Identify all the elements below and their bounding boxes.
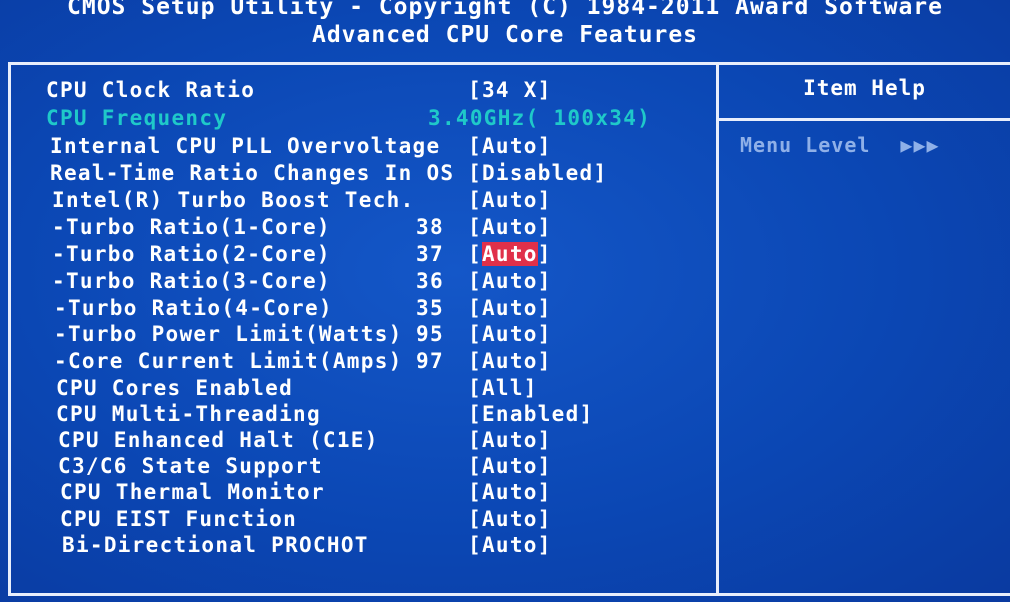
setting-turbo-ratio-2[interactable]: -Turbo Ratio(2-Core) 37 [Auto] <box>0 242 716 268</box>
setting-number: 38 <box>416 215 444 239</box>
setting-turbo-ratio-1[interactable]: -Turbo Ratio(1-Core) 38 [Auto] <box>0 215 716 241</box>
setting-internal-pll-overvoltage[interactable]: Internal CPU PLL Overvoltage [Auto] <box>0 134 716 160</box>
setting-turbo-power-limit[interactable]: -Turbo Power Limit(Watts) 95 [Auto] <box>0 322 716 348</box>
setting-label: -Core Current Limit(Amps) <box>54 349 403 373</box>
setting-cpu-frequency: CPU Frequency 3.40GHz( 100x34) <box>0 106 716 132</box>
item-help-title: Item Help <box>803 76 926 100</box>
setting-cpu-thermal-monitor[interactable]: CPU Thermal Monitor [Auto] <box>0 480 716 506</box>
setting-value[interactable]: [Auto] <box>468 215 552 239</box>
page-title: Advanced CPU Core Features <box>311 22 699 48</box>
setting-cpu-enhanced-halt[interactable]: CPU Enhanced Halt (C1E) [Auto] <box>0 428 716 454</box>
setting-cpu-clock-ratio[interactable]: CPU Clock Ratio [34 X] <box>0 78 716 104</box>
setting-value[interactable]: [Auto] <box>468 533 552 557</box>
setting-value[interactable]: [Enabled] <box>468 402 594 426</box>
setting-value[interactable]: [Auto] <box>468 322 552 346</box>
setting-core-current-limit[interactable]: -Core Current Limit(Amps) 97 [Auto] <box>0 349 716 375</box>
setting-value[interactable]: [Auto] <box>468 480 552 504</box>
setting-value[interactable]: [Auto] <box>468 296 552 320</box>
setting-value[interactable]: [Disabled] <box>468 161 607 185</box>
setting-label: Bi-Directional PROCHOT <box>62 533 369 557</box>
help-separator <box>719 118 1010 121</box>
setting-number: 37 <box>416 242 444 266</box>
setting-label: -Turbo Ratio(4-Core) <box>54 296 333 320</box>
selection-highlight: Auto <box>481 242 538 266</box>
setting-cpu-multi-threading[interactable]: CPU Multi-Threading [Enabled] <box>0 402 716 428</box>
setting-bidirectional-prochot[interactable]: Bi-Directional PROCHOT [Auto] <box>0 533 716 559</box>
setting-label: -Turbo Ratio(1-Core) <box>52 215 331 239</box>
setting-number: 35 <box>416 296 444 320</box>
setting-value[interactable]: [Auto] <box>468 454 552 478</box>
setting-value[interactable]: [Auto] <box>468 507 552 531</box>
setting-label: CPU Cores Enabled <box>56 376 294 400</box>
setting-label: Intel(R) Turbo Boost Tech. <box>52 188 415 212</box>
setting-c3c6-state[interactable]: C3/C6 State Support [Auto] <box>0 454 716 480</box>
setting-value[interactable]: [Auto] <box>468 349 552 373</box>
setting-number: 97 <box>416 349 444 373</box>
setting-label: CPU Clock Ratio <box>46 78 256 102</box>
setting-label: -Turbo Ratio(3-Core) <box>52 269 331 293</box>
bios-header: CMOS Setup Utility - Copyright (C) 1984-… <box>0 0 1010 58</box>
setting-label: CPU EIST Function <box>60 507 298 531</box>
setting-label: -Turbo Ratio(2-Core) <box>52 242 331 266</box>
setting-turbo-ratio-4[interactable]: -Turbo Ratio(4-Core) 35 [Auto] <box>0 296 716 322</box>
setting-label: -Turbo Power Limit(Watts) <box>54 322 403 346</box>
setting-value[interactable]: [Auto] <box>468 134 552 158</box>
setting-label: CPU Enhanced Halt (C1E) <box>58 428 379 452</box>
setting-cpu-eist[interactable]: CPU EIST Function [Auto] <box>0 507 716 533</box>
setting-label: Real-Time Ratio Changes In OS <box>50 161 455 185</box>
setting-realtime-ratio-changes[interactable]: Real-Time Ratio Changes In OS [Disabled] <box>0 161 716 187</box>
setting-label: CPU Frequency <box>46 106 228 130</box>
setting-value[interactable]: [All] <box>468 376 538 400</box>
setting-label: CPU Multi-Threading <box>56 402 321 426</box>
menu-level-arrows-icon: ▶▶▶ <box>900 133 940 157</box>
menu-level-label: Menu Level <box>740 133 871 157</box>
setting-value[interactable]: [Auto] <box>468 428 552 452</box>
setting-value[interactable]: [34 X] <box>468 78 552 102</box>
setting-turbo-ratio-3[interactable]: -Turbo Ratio(3-Core) 36 [Auto] <box>0 269 716 295</box>
setting-cpu-cores-enabled[interactable]: CPU Cores Enabled [All] <box>0 376 716 402</box>
setting-number: 36 <box>416 269 444 293</box>
setting-value: 3.40GHz( 100x34) <box>428 106 652 130</box>
setting-label: C3/C6 State Support <box>58 454 323 478</box>
bios-screen: CMOS Setup Utility - Copyright (C) 1984-… <box>0 0 1010 602</box>
menu-level: Menu Level ▶▶▶ <box>740 133 940 157</box>
setting-value-selected[interactable]: [Auto] <box>468 242 552 266</box>
panel-divider <box>716 62 719 596</box>
setting-label: CPU Thermal Monitor <box>60 480 325 504</box>
setting-value[interactable]: [Auto] <box>468 269 552 293</box>
setting-value[interactable]: [Auto] <box>468 188 552 212</box>
bios-title: CMOS Setup Utility - Copyright (C) 1984-… <box>67 0 943 20</box>
setting-number: 95 <box>416 322 444 346</box>
setting-label: Internal CPU PLL Overvoltage <box>50 134 441 158</box>
setting-turbo-boost[interactable]: Intel(R) Turbo Boost Tech. [Auto] <box>0 188 716 214</box>
